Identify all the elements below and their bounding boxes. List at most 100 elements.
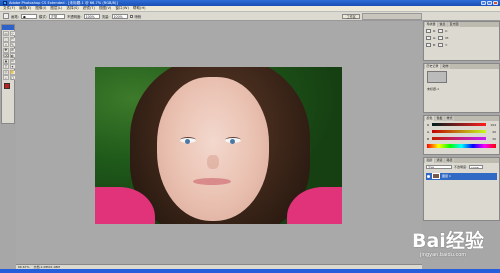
move-tool-icon[interactable]: ⊹: [9, 31, 16, 36]
zoom-tool-icon[interactable]: ⌕: [3, 75, 9, 80]
window-controls: [481, 0, 498, 6]
slider-track-b[interactable]: [432, 137, 486, 140]
slice-tool-icon[interactable]: ⌗: [3, 42, 9, 47]
mode-label: 模式:: [38, 14, 47, 19]
slider-track-g[interactable]: [432, 130, 486, 133]
layer-opacity-input[interactable]: 100%: [469, 164, 484, 169]
tab-channels[interactable]: 通道: [435, 158, 445, 163]
layer-item[interactable]: 图层 1: [426, 172, 497, 180]
color-spectrum[interactable]: [427, 144, 496, 148]
hand-tool-icon[interactable]: ✋: [9, 69, 16, 75]
flow-input[interactable]: 100%: [111, 13, 128, 19]
window-title: Adobe Photoshop CS Extended - [未标题-1 @ 6…: [9, 0, 118, 5]
type-tool-icon[interactable]: T: [3, 64, 9, 69]
brush-label: 画笔:: [11, 14, 19, 19]
tab-actions[interactable]: 动作: [441, 64, 451, 69]
tab-navigator[interactable]: 导航器: [425, 22, 438, 27]
photoshop-window: Adobe Photoshop CS Extended - [未标题-1 @ 6…: [0, 0, 500, 273]
pen-tool-icon[interactable]: ✦: [9, 64, 16, 69]
mode-select[interactable]: 正常: [48, 13, 65, 19]
palette-well: [362, 12, 422, 20]
blend-mode-select[interactable]: 正常: [426, 164, 452, 169]
layer-options-row: 正常 不透明度: 100%: [424, 163, 499, 171]
layer-name[interactable]: 图层 1: [442, 174, 451, 178]
menu-edit[interactable]: 编辑(E): [19, 6, 31, 11]
visibility-eye-icon[interactable]: [427, 174, 430, 178]
slider-track-r[interactable]: [432, 123, 486, 126]
layer-opacity-label: 不透明度:: [454, 164, 468, 169]
sharpen-tool-icon[interactable]: ▲: [3, 58, 9, 64]
history-tabs: 历史记录 动作: [424, 64, 499, 69]
tab-histogram[interactable]: 直方图: [448, 22, 461, 27]
watermark-brand: Bai经验: [412, 230, 484, 252]
lasso-tool-icon[interactable]: ◌: [3, 36, 9, 42]
healing-tool-icon[interactable]: ✚: [3, 47, 9, 53]
toolbox: ▭ ⊹ ◌ ✂ ⌗ ✎ ✚ ⊘ ⌫ ◐ ▲ ⊙ T ✦ ◇ ✋ ⌕ ▢: [1, 24, 16, 124]
stamp-tool-icon[interactable]: ⊘: [9, 47, 16, 53]
flow-label: 流量:: [101, 14, 110, 19]
menu-window[interactable]: 窗口(W): [115, 6, 129, 11]
gradient-tool-icon[interactable]: ◐: [9, 53, 16, 58]
maximize-button[interactable]: [487, 0, 492, 6]
opacity-label: 不透明度:: [66, 14, 82, 19]
brush-tool-icon[interactable]: ✎: [9, 42, 16, 47]
color-slider-b[interactable]: B 30: [424, 135, 499, 142]
layers-panel: 图层 通道 路径 正常 不透明度: 100% 图层 1: [423, 157, 500, 221]
tab-paths[interactable]: 路径: [445, 158, 455, 163]
info-row-g: G: M:: [424, 34, 499, 41]
eyedropper-icon: [438, 35, 444, 40]
airbrush-label: 喷枪: [134, 14, 142, 19]
tab-color[interactable]: 颜色: [425, 116, 435, 121]
menu-select[interactable]: 选择(S): [66, 6, 78, 11]
menu-image[interactable]: 图像(I): [35, 6, 46, 11]
close-button[interactable]: [493, 0, 498, 6]
tool-grid: ▭ ⊹ ◌ ✂ ⌗ ✎ ✚ ⊘ ⌫ ◐ ▲ ⊙ T ✦ ◇ ✋ ⌕ ▢: [2, 30, 16, 81]
color-slider-g[interactable]: G 30: [424, 128, 499, 135]
app-logo-icon: [3, 1, 7, 5]
history-panel: 历史记录 动作 未标题-1: [423, 63, 500, 113]
photo-mouth: [193, 178, 231, 185]
photo-right-eye: [225, 137, 241, 144]
document-image[interactable]: [95, 67, 342, 224]
info-row-r: R: C:: [424, 27, 499, 34]
canvas-area: [16, 21, 422, 264]
photo-nose: [207, 155, 219, 169]
dodge-tool-icon[interactable]: ⊙: [9, 58, 16, 64]
shape-tool-icon[interactable]: ◇: [3, 69, 9, 75]
watermark-url: jingyan.baidu.com: [420, 252, 467, 258]
eyedropper-icon: [426, 35, 431, 40]
photo-face: [157, 77, 269, 221]
tab-layers[interactable]: 图层: [425, 158, 435, 163]
tab-history[interactable]: 历史记录: [425, 64, 441, 69]
marquee-tool-icon[interactable]: ▭: [3, 31, 9, 36]
workspace-button[interactable]: 工作区: [342, 13, 360, 19]
eyedropper-icon: [426, 28, 431, 33]
foreground-color-swatch[interactable]: [4, 83, 10, 89]
color-panel: 颜色 色板 样式 R 194 G 30 B 30: [423, 115, 500, 155]
brush-size-picker[interactable]: ●: [20, 13, 37, 19]
tab-swatches[interactable]: 色板: [435, 116, 445, 121]
quickmask-tool-icon[interactable]: ▢: [9, 75, 16, 80]
menu-help[interactable]: 帮助(H): [133, 6, 146, 11]
color-swatches: [2, 83, 14, 97]
watermark: Bai经验 jingyan.baidu.com: [412, 226, 498, 264]
menu-filter[interactable]: 滤镜(T): [83, 6, 95, 11]
eyedropper-icon: [426, 42, 431, 47]
tab-info[interactable]: 信息: [438, 22, 448, 27]
options-bar: 画笔: ● 模式: 正常 不透明度: 100% 流量: 100% 喷枪 工作区: [0, 12, 500, 21]
menu-file[interactable]: 文件(F): [3, 6, 15, 11]
airbrush-checkbox[interactable]: [129, 14, 133, 18]
tab-styles[interactable]: 样式: [445, 116, 455, 121]
menu-layer[interactable]: 图层(L): [50, 6, 62, 11]
eyedropper-icon: [438, 42, 444, 47]
info-row-b: B: Y:: [424, 41, 499, 48]
opacity-input[interactable]: 100%: [83, 13, 100, 19]
history-snapshot-thumb[interactable]: [427, 71, 447, 83]
navigator-panel: 导航器 信息 直方图 R: C: G: M: B: Y:: [423, 21, 500, 61]
brush-tool-icon[interactable]: [3, 13, 9, 19]
minimize-button[interactable]: [481, 0, 486, 6]
menu-view[interactable]: 视图(V): [99, 6, 111, 11]
crop-tool-icon[interactable]: ✂: [9, 36, 16, 42]
eraser-tool-icon[interactable]: ⌫: [3, 53, 9, 58]
color-slider-r[interactable]: R 194: [424, 121, 499, 128]
